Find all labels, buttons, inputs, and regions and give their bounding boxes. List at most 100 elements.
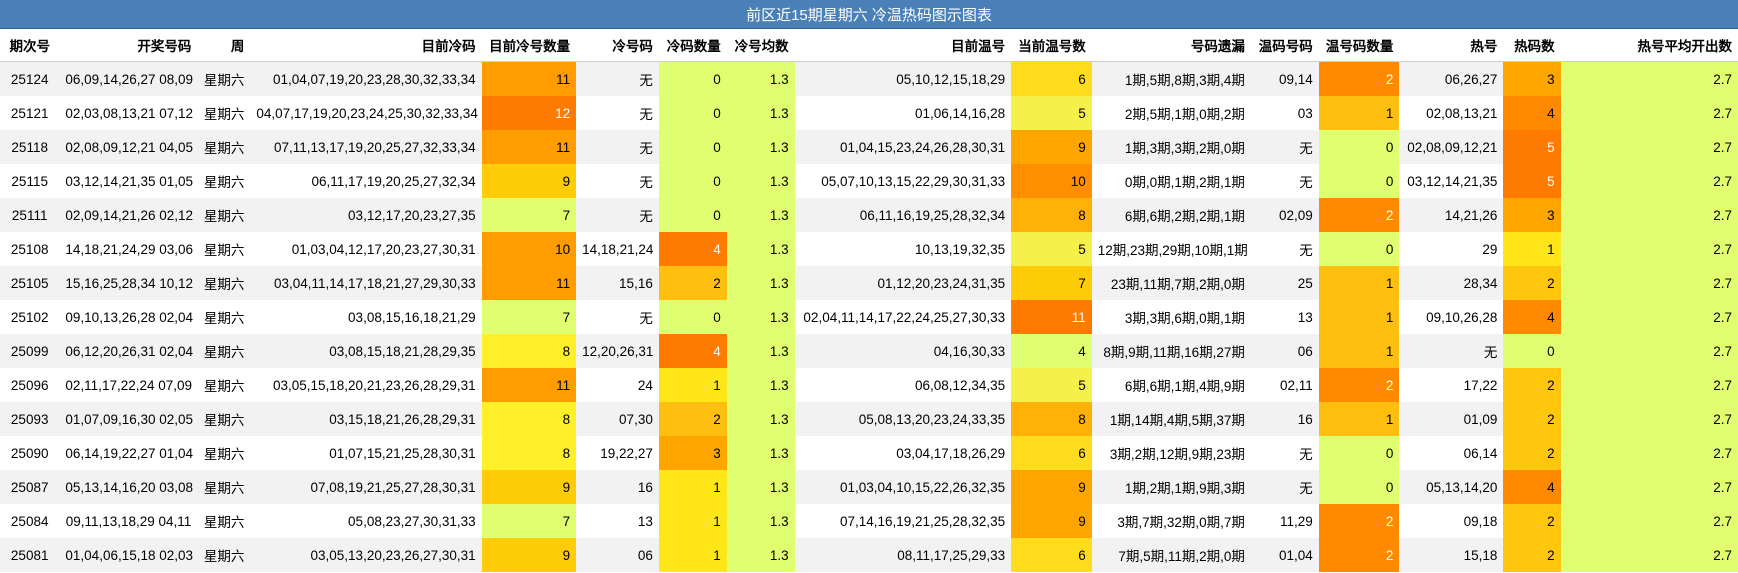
table-body: 25124 06,09,14,26,27 08,09 星期六 01,04,07,19,… [0, 61, 1738, 572]
cell-hot-nums: 01,09 [1399, 402, 1504, 436]
cell-hot-count: 4 [1503, 470, 1561, 504]
table-row: 25124 06,09,14,26,27 08,09 星期六 01,04,07,19,… [0, 61, 1738, 96]
cell-cold-codes: 03,08,15,16,18,21,29 [250, 300, 482, 334]
cell-warm-codes: 01,12,20,23,24,31,35 [794, 266, 1012, 300]
cell-cold-count: 7 [481, 198, 577, 232]
cell-cold-avg: 1.3 [726, 300, 795, 334]
cell-hot-avg: 2.7 [1560, 300, 1738, 334]
cell-warm-count: 4 [1011, 334, 1092, 368]
cell-week: 星期六 [197, 402, 251, 436]
cell-draw: 06,12,20,26,31 02,04 [59, 334, 198, 368]
cell-warm-nums: 无 [1250, 130, 1319, 164]
table-row: 25102 09,10,13,26,28 02,04 星期六 03,08,15,16,… [0, 300, 1738, 334]
cell-draw: 05,13,14,16,20 03,08 [59, 470, 198, 504]
cell-cold-nums: 无 [576, 96, 659, 130]
cell-hot-nums: 06,26,27 [1399, 61, 1504, 96]
cell-warm-codes: 06,11,16,19,25,28,32,34 [794, 198, 1012, 232]
cell-warm-qty: 0 [1318, 164, 1400, 198]
cell-cold-codes: 01,07,15,21,25,28,30,31 [250, 436, 482, 470]
header-cold-nums: 冷号码 [576, 29, 659, 62]
cell-warm-codes: 01,06,14,16,28 [794, 96, 1012, 130]
cell-missing: 1期,14期,4期,5期,37期 [1091, 402, 1251, 436]
cell-issue: 25111 [0, 198, 60, 232]
cell-hot-avg: 2.7 [1560, 368, 1738, 402]
cell-draw: 01,07,09,16,30 02,05 [59, 402, 198, 436]
cell-issue: 25090 [0, 436, 60, 470]
cell-cold-codes: 07,11,13,17,19,20,25,27,32,33,34 [250, 130, 482, 164]
cell-warm-qty: 0 [1318, 470, 1400, 504]
cell-missing: 6期,6期,2期,2期,1期 [1091, 198, 1251, 232]
cell-warm-nums: 16 [1250, 402, 1319, 436]
cell-cold-codes: 04,07,17,19,20,23,24,25,30,32,33,34 [250, 96, 482, 130]
cell-warm-nums: 无 [1250, 164, 1319, 198]
header-warm-count: 当前温号数 [1011, 29, 1092, 62]
cell-issue: 25124 [0, 61, 60, 96]
cell-hot-count: 0 [1503, 334, 1561, 368]
cell-cold-qty: 0 [658, 300, 727, 334]
cell-warm-qty: 0 [1318, 130, 1400, 164]
cell-hot-avg: 2.7 [1560, 61, 1738, 96]
cell-missing: 12期,23期,29期,10期,1期 [1091, 232, 1251, 266]
cell-cold-codes: 03,12,17,20,23,27,35 [250, 198, 482, 232]
cell-hot-count: 2 [1503, 504, 1561, 538]
cell-cold-qty: 0 [658, 61, 727, 96]
cell-draw: 01,04,06,15,18 02,03 [59, 538, 198, 572]
cell-hot-nums: 17,22 [1399, 368, 1504, 402]
cell-cold-nums: 无 [576, 130, 659, 164]
header-hot-count: 热码数 [1503, 29, 1561, 62]
cell-hot-avg: 2.7 [1560, 96, 1738, 130]
cell-warm-qty: 2 [1318, 504, 1400, 538]
cell-week: 星期六 [197, 300, 251, 334]
cell-hot-avg: 2.7 [1560, 402, 1738, 436]
cell-cold-count: 11 [481, 61, 577, 96]
cell-hot-avg: 2.7 [1560, 436, 1738, 470]
cell-cold-count: 7 [481, 504, 577, 538]
cell-draw: 14,18,21,24,29 03,06 [59, 232, 198, 266]
cell-issue: 25118 [0, 130, 60, 164]
cell-cold-avg: 1.3 [726, 436, 795, 470]
cell-warm-codes: 10,13,19,32,35 [794, 232, 1012, 266]
cell-warm-codes: 01,03,04,10,15,22,26,32,35 [794, 470, 1012, 504]
cell-warm-codes: 08,11,17,25,29,33 [794, 538, 1012, 572]
cell-week: 星期六 [197, 368, 251, 402]
header-hot-avg: 热号平均开出数 [1560, 29, 1738, 62]
cell-warm-codes: 05,07,10,13,15,22,29,30,31,33 [794, 164, 1012, 198]
cell-hot-nums: 06,14 [1399, 436, 1504, 470]
cell-hot-count: 3 [1503, 198, 1561, 232]
header-week: 周 [197, 29, 251, 62]
cell-cold-qty: 1 [658, 470, 727, 504]
header-hot-nums: 热号 [1399, 29, 1504, 62]
cell-warm-nums: 09,14 [1250, 61, 1319, 96]
header-cold-qty: 冷码数量 [658, 29, 727, 62]
cell-cold-qty: 3 [658, 436, 727, 470]
cell-hot-avg: 2.7 [1560, 198, 1738, 232]
cell-issue: 25084 [0, 504, 60, 538]
cell-cold-count: 12 [481, 96, 577, 130]
cell-cold-count: 11 [481, 130, 577, 164]
cell-week: 星期六 [197, 164, 251, 198]
cell-week: 星期六 [197, 436, 251, 470]
cell-cold-nums: 12,20,26,31 [576, 334, 659, 368]
cell-warm-count: 8 [1011, 402, 1092, 436]
cell-week: 星期六 [197, 61, 251, 96]
cell-missing: 1期,3期,3期,2期,0期 [1091, 130, 1251, 164]
cell-warm-codes: 06,08,12,34,35 [794, 368, 1012, 402]
cell-cold-nums: 15,16 [576, 266, 659, 300]
cell-week: 星期六 [197, 266, 251, 300]
cell-warm-codes: 05,10,12,15,18,29 [794, 61, 1012, 96]
cell-draw: 02,11,17,22,24 07,09 [59, 368, 198, 402]
cell-hot-avg: 2.7 [1560, 266, 1738, 300]
cell-hot-count: 5 [1503, 164, 1561, 198]
cell-warm-qty: 1 [1318, 402, 1400, 436]
cell-cold-qty: 0 [658, 164, 727, 198]
cell-cold-qty: 2 [658, 266, 727, 300]
table-row: 25099 06,12,20,26,31 02,04 星期六 03,08,15,18,… [0, 334, 1738, 368]
cell-issue: 25099 [0, 334, 60, 368]
cell-warm-qty: 1 [1318, 96, 1400, 130]
cell-warm-nums: 02,11 [1250, 368, 1319, 402]
cell-cold-avg: 1.3 [726, 402, 795, 436]
cell-cold-nums: 07,30 [576, 402, 659, 436]
table-row: 25118 02,08,09,12,21 04,05 星期六 07,11,13,17,… [0, 130, 1738, 164]
cell-cold-count: 9 [481, 164, 577, 198]
header-row: 期次号 开奖号码 周 目前冷码 目前冷号数量 冷号码 冷码数量 冷号均数 目前温… [0, 29, 1738, 62]
